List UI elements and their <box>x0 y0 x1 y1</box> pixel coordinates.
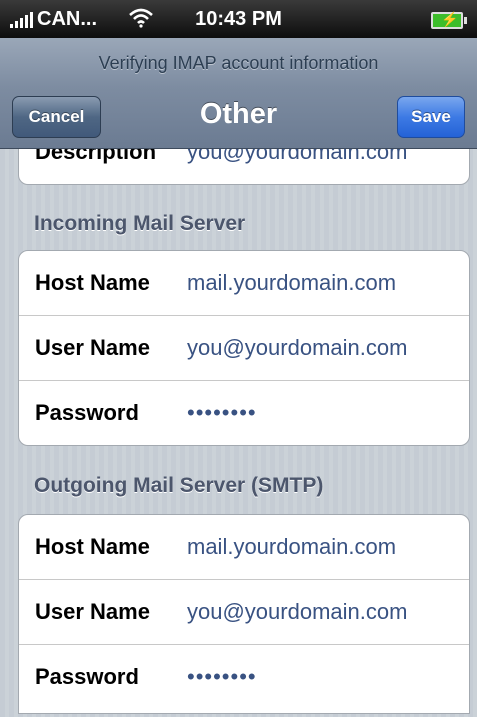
incoming-password-field[interactable]: •••••••• <box>187 381 257 445</box>
user-name-label: User Name <box>35 335 150 360</box>
host-name-label: Host Name <box>35 270 150 295</box>
user-name-label: User Name <box>35 599 150 624</box>
description-field[interactable]: you@yourdomain.com <box>187 149 407 184</box>
password-label: Password <box>35 400 139 425</box>
outgoing-password-field[interactable]: •••••••• <box>187 645 257 709</box>
incoming-password-row[interactable]: Password •••••••• <box>19 381 469 445</box>
incoming-host-field[interactable]: mail.yourdomain.com <box>187 251 396 315</box>
navigation-bar: Verifying IMAP account information Cance… <box>0 38 477 149</box>
outgoing-host-row[interactable]: Host Name mail.yourdomain.com <box>19 515 469 580</box>
verification-prompt: Verifying IMAP account information <box>98 53 379 73</box>
incoming-user-row[interactable]: User Name you@yourdomain.com <box>19 316 469 381</box>
battery-charging-icon: ⚡ <box>431 11 467 29</box>
outgoing-host-field[interactable]: mail.yourdomain.com <box>187 515 396 579</box>
clock: 10:43 PM <box>195 8 282 30</box>
outgoing-section-header: Outgoing Mail Server (SMTP) <box>34 474 324 497</box>
incoming-user-field[interactable]: you@yourdomain.com <box>187 316 407 380</box>
status-bar: CAN... 10:43 PM ⚡ <box>0 0 477 38</box>
outgoing-password-row[interactable]: Password •••••••• <box>19 645 469 713</box>
incoming-server-group: Host Name mail.yourdomain.com User Name … <box>18 250 470 446</box>
outgoing-user-field[interactable]: you@yourdomain.com <box>187 580 407 644</box>
host-name-label: Host Name <box>35 534 150 559</box>
incoming-host-row[interactable]: Host Name mail.yourdomain.com <box>19 251 469 316</box>
description-row[interactable]: Description you@yourdomain.com <box>19 149 469 184</box>
description-label: Description <box>35 149 157 164</box>
password-label: Password <box>35 664 139 689</box>
outgoing-user-row[interactable]: User Name you@yourdomain.com <box>19 580 469 645</box>
settings-scroll-area[interactable]: Description you@yourdomain.com Incoming … <box>0 149 477 717</box>
outgoing-server-group: Host Name mail.yourdomain.com User Name … <box>18 514 470 714</box>
save-button[interactable]: Save <box>397 96 465 138</box>
account-group: Description you@yourdomain.com <box>18 149 470 185</box>
incoming-section-header: Incoming Mail Server <box>34 212 246 235</box>
